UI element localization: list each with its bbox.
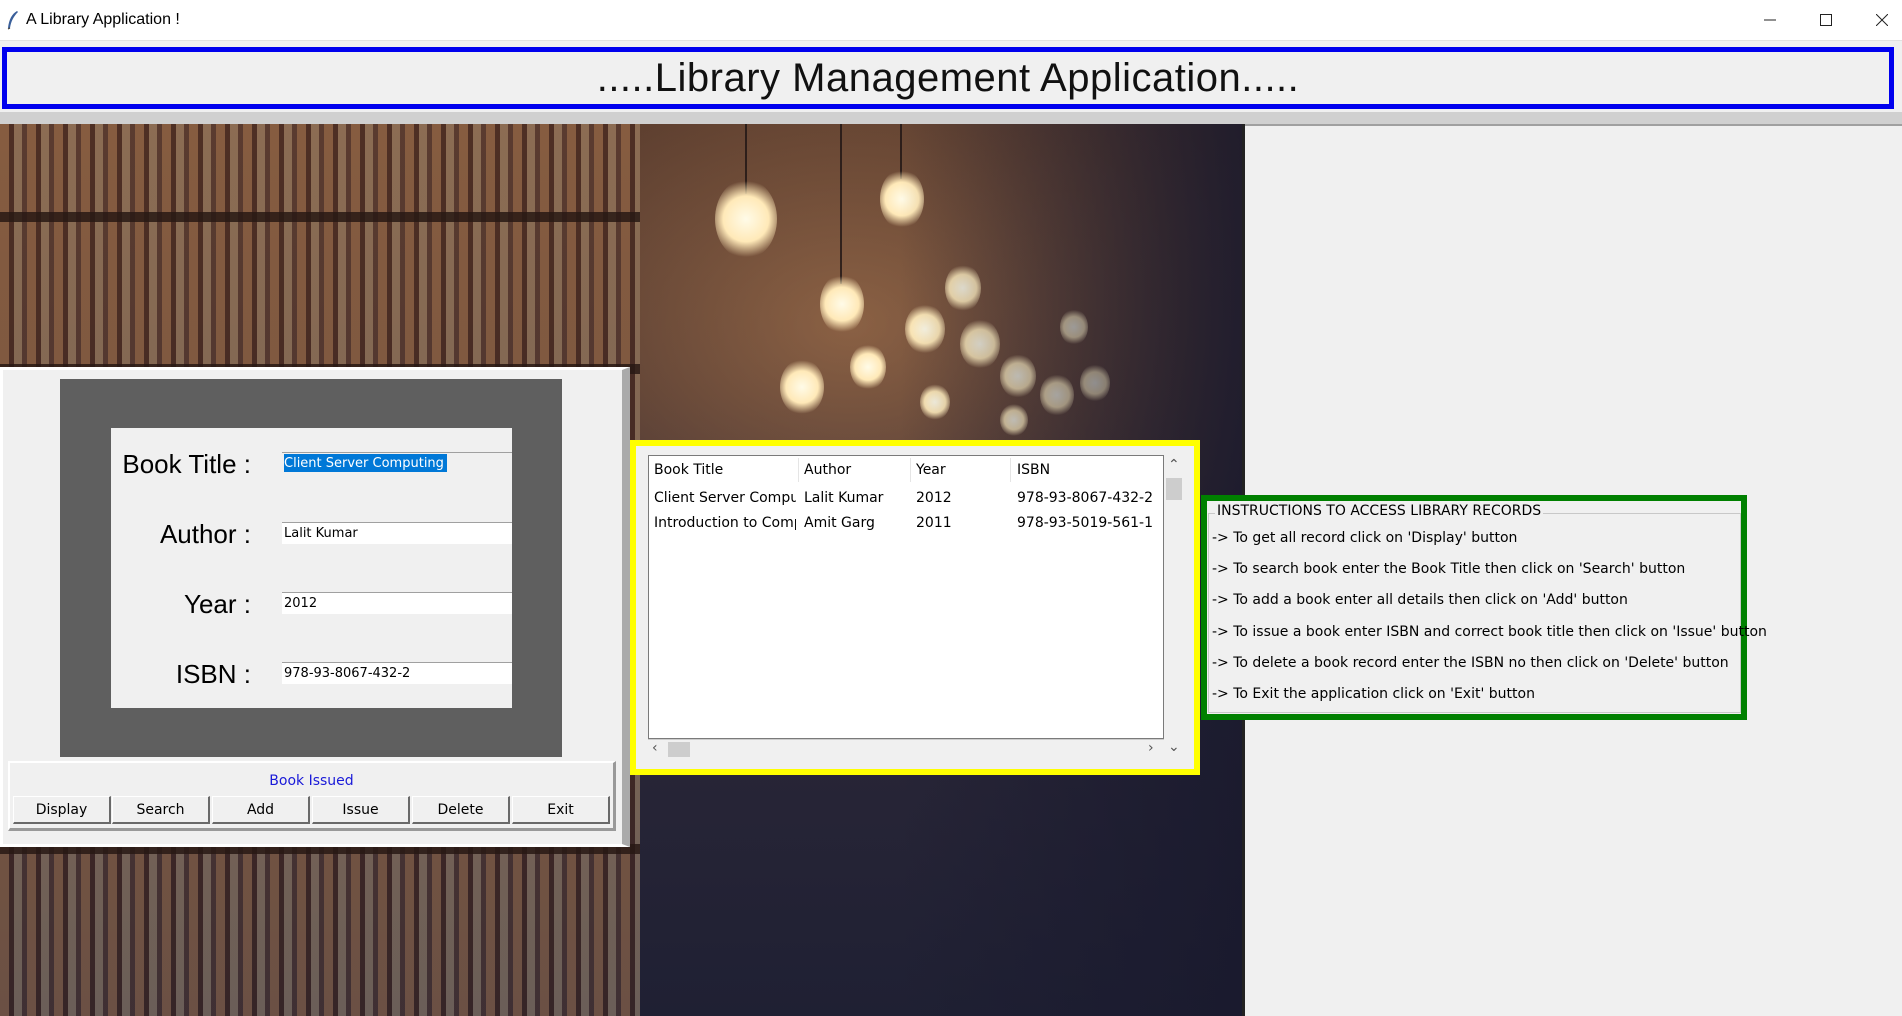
column-header-author[interactable]: Author (804, 462, 851, 478)
add-button[interactable]: Add (212, 796, 310, 824)
column-header-book-title[interactable]: Book Title (654, 462, 723, 478)
light-bulb (780, 359, 824, 415)
instruction-line: -> To get all record click on 'Display' … (1212, 530, 1518, 546)
column-header-year[interactable]: Year (916, 462, 946, 478)
horizontal-scroll-thumb[interactable] (668, 742, 690, 757)
instruction-line: -> To search book enter the Book Title t… (1212, 561, 1686, 577)
table-cell[interactable]: Introduction to Computing (654, 515, 796, 531)
shelf (0, 212, 640, 222)
app-header-title: .....Library Management Application..... (596, 55, 1300, 100)
horizontal-scrollbar[interactable] (648, 739, 1164, 759)
table-cell[interactable]: Client Server Computing (654, 490, 796, 506)
scroll-down-icon[interactable]: ⌄ (1168, 739, 1180, 755)
scroll-up-icon[interactable]: ⌃ (1168, 457, 1180, 473)
window-titlebar: A Library Application ! (0, 0, 1902, 41)
close-button[interactable] (1854, 0, 1902, 40)
feather-icon (7, 11, 18, 30)
author-label: Author : (159, 519, 251, 549)
status-message: Book Issued (269, 773, 354, 789)
column-separator[interactable] (798, 458, 799, 482)
table-cell[interactable]: 2012 (916, 490, 1006, 506)
book-title-input[interactable] (282, 452, 512, 474)
scroll-left-icon[interactable]: ‹ (652, 740, 658, 756)
instruction-line: -> To delete a book record enter the ISB… (1212, 655, 1729, 671)
table-cell[interactable]: Amit Garg (804, 515, 908, 531)
minimize-button[interactable] (1742, 0, 1798, 40)
window-title: A Library Application ! (26, 11, 180, 28)
scroll-right-icon[interactable]: › (1148, 740, 1154, 756)
author-input[interactable] (282, 522, 512, 544)
table-cell[interactable]: 2011 (916, 515, 1006, 531)
isbn-input[interactable] (282, 662, 512, 684)
instruction-line: -> To Exit the application click on 'Exi… (1212, 686, 1535, 702)
close-icon (1876, 14, 1888, 26)
issue-button[interactable]: Issue (312, 796, 410, 824)
year-label: Year : (184, 589, 251, 619)
light-bulb (820, 274, 864, 334)
light-bulb (850, 344, 886, 390)
maximize-button[interactable] (1798, 0, 1854, 40)
table-cell[interactable]: 978-93-8067-432-2 (1017, 490, 1162, 506)
column-header-isbn[interactable]: ISBN (1017, 462, 1050, 478)
vertical-scroll-thumb[interactable] (1166, 478, 1182, 500)
exit-button[interactable]: Exit (512, 796, 610, 824)
lamp-cord (840, 124, 842, 284)
delete-button[interactable]: Delete (412, 796, 510, 824)
minimize-icon (1764, 19, 1776, 21)
app-header: .....Library Management Application..... (2, 47, 1894, 109)
book-title-label: Book Title : (122, 449, 251, 479)
column-separator[interactable] (910, 458, 911, 482)
instructions-title: INSTRUCTIONS TO ACCESS LIBRARY RECORDS (1215, 503, 1544, 519)
column-separator[interactable] (1010, 458, 1011, 482)
isbn-label: ISBN : (175, 659, 251, 689)
search-button[interactable]: Search (112, 796, 210, 824)
year-input[interactable] (282, 592, 512, 614)
instruction-line: -> To issue a book enter ISBN and correc… (1212, 624, 1767, 640)
table-cell[interactable]: 978-93-5019-561-1 (1017, 515, 1162, 531)
maximize-icon (1820, 14, 1832, 26)
table-cell[interactable]: Lalit Kumar (804, 490, 908, 506)
instruction-line: -> To add a book enter all details then … (1212, 592, 1628, 608)
light-bulb (715, 179, 777, 259)
display-button[interactable]: Display (13, 796, 111, 824)
